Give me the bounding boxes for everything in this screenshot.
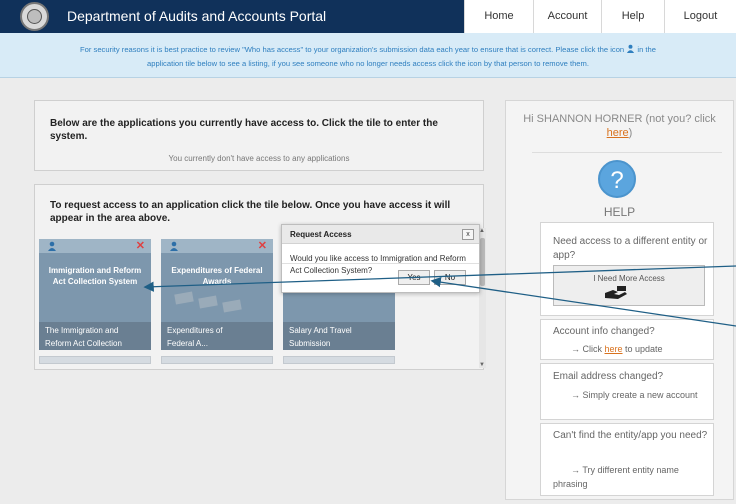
portal-title: Department of Audits and Accounts Portal [67,8,327,24]
notice-line-2: application tile below to see a listing,… [147,59,589,68]
nav-home[interactable]: Home [464,0,533,33]
no-apps-message: You currently don't have access to any a… [168,154,350,163]
notice-line-1: For security reasons it is best practice… [80,44,656,54]
help-heading: HELP [603,205,636,219]
current-apps-panel: Below are the applications you currently… [34,100,484,171]
app-tile-immigration[interactable]: ✕ Immigration and Reform Act Collection … [39,239,151,350]
nav-account[interactable]: Account [533,0,601,33]
hand-card-icon [605,286,627,299]
divider [532,152,722,153]
close-icon[interactable]: x [462,229,474,240]
current-apps-heading: Below are the applications you currently… [50,118,438,142]
card-question: Email address changed? [553,371,664,382]
card-answer: → Click here to update [571,344,663,354]
tile-title: Immigration and Reform Act Collection Sy… [48,266,142,286]
card-question: Account info changed? [553,326,655,337]
tile-description: Salary And Travel [289,326,352,335]
app-tile-partial[interactable] [283,356,395,364]
user-access-icon[interactable] [47,241,57,251]
nav-logout[interactable]: Logout [664,0,736,33]
no-button[interactable]: No [434,270,466,285]
help-card-entity: Can't find the entity/app you need? → Tr… [540,423,714,496]
main-nav: Home Account Help Logout [464,0,736,33]
scroll-down-arrow-icon[interactable]: ▼ [479,362,485,368]
tile-description: Expenditures of [167,326,223,335]
remove-icon[interactable]: ✕ [136,239,145,252]
card-question: Need access to a different entity or app… [553,236,708,261]
help-card-email: Email address changed? → Simply create a… [540,363,714,420]
help-card-more-access: Need access to a different entity or app… [540,222,714,316]
help-sidebar: Hi SHANNON HORNER (not you? click here) … [505,100,734,500]
yes-button[interactable]: Yes [398,270,430,285]
card-question: Can't find the entity/app you need? [553,430,708,441]
tile-description: The Immigration and [45,326,119,335]
card-answer: → Simply create a new account [571,390,698,400]
nav-help[interactable]: Help [601,0,664,33]
card-answer: → Try different entity name phrasing [553,465,679,489]
dialog-title: Request Access [290,230,352,239]
top-header: Department of Audits and Accounts Portal… [0,0,736,33]
request-access-dialog: Request Access x Would you like access t… [281,224,480,293]
state-seal-logo [20,2,49,31]
user-greeting: Hi SHANNON HORNER (not you? click here) [523,113,716,139]
need-more-access-button[interactable]: I Need More Access [553,265,705,306]
tile-description-2: Federal A... [167,339,208,348]
remove-icon[interactable]: ✕ [258,239,267,252]
app-tile-partial[interactable] [161,356,273,364]
help-card-account-info: Account info changed? → Click here to up… [540,319,714,360]
calculator-graphic-icon [174,291,242,313]
request-access-heading: To request access to an application clic… [50,200,451,224]
update-account-link[interactable]: here [605,344,623,354]
scroll-thumb[interactable] [480,238,485,286]
user-access-icon[interactable] [169,241,179,251]
help-question-icon: ? [598,160,636,198]
tile-description-2: Submission [289,339,331,348]
app-tile-partial[interactable] [39,356,151,364]
security-notice: For security reasons it is best practice… [0,33,736,78]
tile-title: Expenditures of Federal Awards [171,266,263,286]
not-you-link[interactable]: here [607,127,629,139]
person-icon [627,44,635,53]
tile-description-2: Reform Act Collection [45,339,122,348]
app-tile-federal-awards[interactable]: ✕ Expenditures of Federal Awards Expendi… [161,239,273,350]
tiles-scrollbar[interactable]: ▲ ▼ [479,228,486,368]
